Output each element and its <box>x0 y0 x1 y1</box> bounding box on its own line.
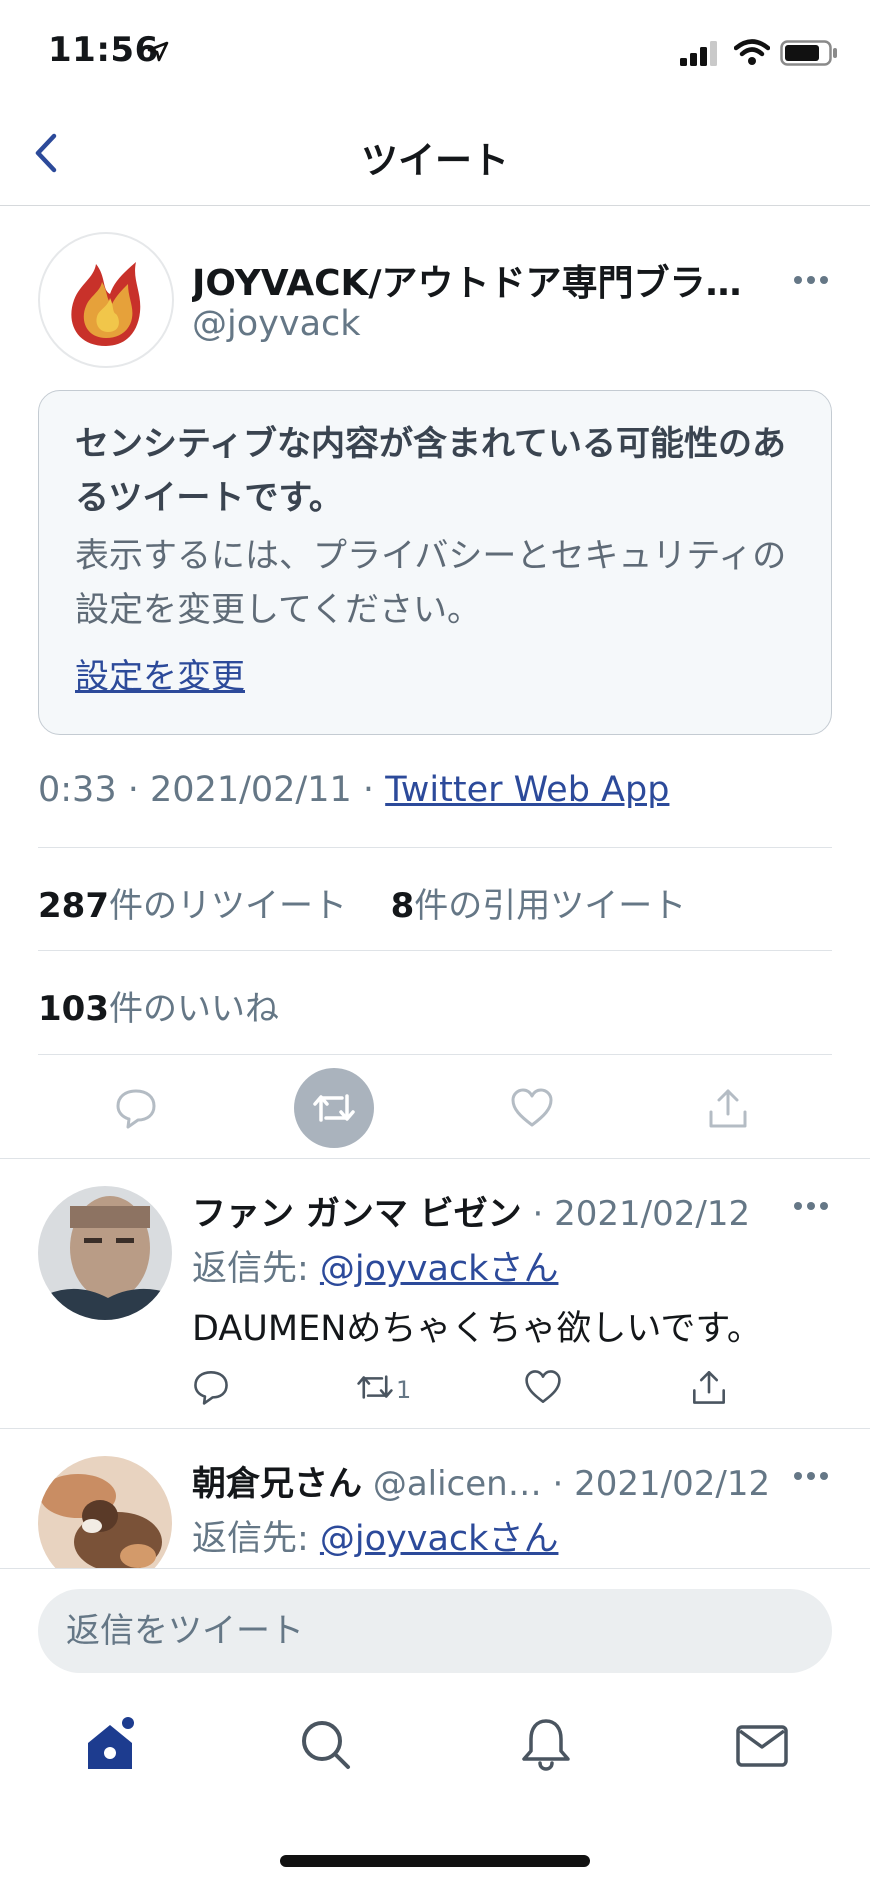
sensitive-notice-title: センシティブな内容が含まれている可能性のあるツイートです。 <box>75 424 786 518</box>
reply-header: 朝倉兄さん @alicen… · 2021/02/12 <box>192 1456 770 1505</box>
reply-to-mention[interactable]: @joyvackさん <box>320 1249 559 1289</box>
divider <box>38 1054 832 1055</box>
page-title: ツイート <box>361 139 509 182</box>
meta-separator: · <box>362 770 375 810</box>
retweet-count: 287 <box>38 886 109 926</box>
home-indicator <box>280 1855 590 1867</box>
reply-button[interactable] <box>96 1068 176 1148</box>
share-button[interactable] <box>688 1068 768 1148</box>
tweet-action-bar <box>0 1058 870 1158</box>
tweet-time: 0:33 <box>38 770 117 810</box>
retweet-stats[interactable]: 287件のリツイート 8件の引用ツイート <box>38 878 686 927</box>
reply-date: · 2021/02/12 <box>552 1464 771 1504</box>
reply-item[interactable]: ファン ガンマ ビゼン · 2021/02/12 返信先: @joyvackさん… <box>0 1158 870 1428</box>
reply-to-line: 返信先: @joyvackさん <box>192 1240 558 1291</box>
tab-notifications[interactable] <box>516 1715 576 1775</box>
reply-text: DAUMENめちゃくちゃ欲しいです。 <box>192 1309 762 1349</box>
reply-date: · 2021/02/12 <box>532 1194 751 1234</box>
avatar-photo <box>38 1186 172 1320</box>
reply-button[interactable] <box>192 1368 252 1412</box>
quote-label: 件の引用ツイート <box>414 886 687 926</box>
sensitive-content-notice: センシティブな内容が含まれている可能性のあるツイートです。 表示するには、プライ… <box>38 390 832 735</box>
status-bar: 11:56 <box>0 0 870 100</box>
meta-separator: · <box>127 770 139 810</box>
avatar-photo <box>38 1456 172 1568</box>
tweet-source-link[interactable]: Twitter Web App <box>385 770 669 810</box>
reply-compose-input[interactable]: 返信をツイート <box>38 1589 832 1673</box>
quote-count: 8 <box>390 886 415 926</box>
battery-icon <box>780 40 837 66</box>
like-stats[interactable]: 103件のいいね <box>38 981 279 1030</box>
search-icon <box>302 1721 350 1769</box>
like-count: 103 <box>38 989 109 1029</box>
change-settings-link[interactable]: 設定を変更 <box>75 649 245 698</box>
reply-header: ファン ガンマ ビゼン · 2021/02/12 <box>192 1186 750 1235</box>
reply-to-line: 返信先: @joyvackさん <box>192 1510 558 1561</box>
wifi-icon <box>734 39 770 65</box>
more-options-icon[interactable] <box>794 276 834 288</box>
cellular-signal-icon <box>680 41 717 66</box>
reply-avatar[interactable] <box>38 1186 172 1320</box>
share-button[interactable] <box>690 1368 750 1412</box>
location-arrow-icon <box>147 41 169 62</box>
heart-icon <box>525 1370 561 1403</box>
reply-author-name[interactable]: 朝倉兄さん <box>192 1464 362 1504</box>
author-name[interactable]: JOYVACK/アウトドア専門ブラ… <box>192 254 762 306</box>
divider <box>38 847 832 848</box>
tab-home[interactable] <box>80 1715 140 1775</box>
reply-author-name[interactable]: ファン ガンマ ビゼン <box>192 1194 522 1234</box>
share-icon <box>709 1089 747 1128</box>
home-icon <box>88 1717 134 1769</box>
reply-author-handle[interactable]: @alicen… <box>373 1464 542 1504</box>
retweet-icon <box>313 1094 355 1122</box>
heart-icon <box>511 1088 553 1127</box>
status-time: 11:56 <box>48 30 159 70</box>
retweet-button[interactable]: 1 <box>356 1368 446 1412</box>
reply-to-label: 返信先: <box>192 1249 320 1289</box>
bell-icon <box>522 1719 570 1771</box>
reply-to-label: 返信先: <box>192 1519 320 1559</box>
retweet-button[interactable] <box>294 1068 374 1148</box>
more-options-icon[interactable] <box>794 1472 834 1484</box>
mail-icon <box>736 1725 788 1767</box>
reply-icon <box>194 1371 228 1405</box>
flame-logo-icon <box>71 262 141 346</box>
tweet-date: 2021/02/11 <box>150 770 352 810</box>
divider <box>38 950 832 951</box>
retweet-count: 1 <box>396 1376 412 1404</box>
navigation-bar: ツイート <box>0 100 870 206</box>
reply-to-mention[interactable]: @joyvackさん <box>320 1519 559 1559</box>
like-button[interactable] <box>492 1068 572 1148</box>
sensitive-notice-body: 表示するには、プライバシーとセキュリティの設定を変更してください。 <box>75 536 787 630</box>
bottom-bar: 返信をツイート <box>0 1568 870 1884</box>
tab-messages[interactable] <box>732 1715 792 1775</box>
like-button[interactable] <box>524 1368 584 1412</box>
reply-icon <box>116 1089 156 1129</box>
more-options-icon[interactable] <box>794 1202 834 1214</box>
tab-search[interactable] <box>296 1715 356 1775</box>
author-handle[interactable]: @joyvack <box>192 304 361 344</box>
reply-item[interactable]: 朝倉兄さん @alicen… · 2021/02/12 返信先: @joyvac… <box>0 1428 870 1568</box>
retweet-label: 件のリツイート <box>108 886 347 926</box>
retweet-icon <box>357 1375 393 1399</box>
tweet-timestamp: 0:33 · 2021/02/11 · Twitter Web App <box>38 770 669 810</box>
like-label: 件のいいね <box>108 989 279 1029</box>
share-icon <box>693 1371 725 1404</box>
reply-avatar[interactable] <box>38 1456 172 1568</box>
author-avatar[interactable] <box>38 232 174 368</box>
